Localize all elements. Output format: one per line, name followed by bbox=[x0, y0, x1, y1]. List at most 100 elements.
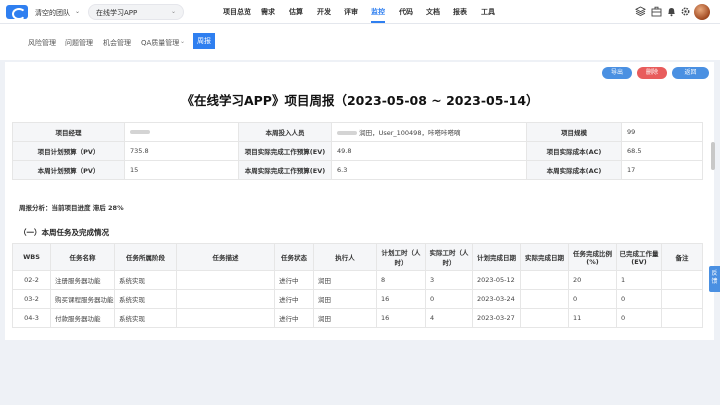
week-ac-label: 本周实际成本(AC) bbox=[526, 160, 622, 180]
nav-review[interactable]: 评审 bbox=[344, 7, 358, 17]
col-assignee: 执行人 bbox=[313, 243, 377, 271]
col-ev: 已完成工作量(EV) bbox=[616, 243, 662, 271]
cell-phase: 系统实现 bbox=[114, 308, 177, 328]
subnav-weekly-report[interactable]: 周报 bbox=[193, 33, 215, 49]
nav-docs[interactable]: 文档 bbox=[426, 7, 440, 17]
cell-actual-date bbox=[520, 308, 569, 328]
scrollbar[interactable] bbox=[711, 142, 715, 170]
cell-completion: 20 bbox=[568, 270, 617, 290]
active-nav-indicator bbox=[371, 21, 385, 23]
col-task-name: 任务名称 bbox=[50, 243, 115, 271]
cube-icon[interactable] bbox=[635, 6, 646, 17]
nav-development[interactable]: 开发 bbox=[317, 7, 331, 17]
feedback-tab[interactable]: 反馈 bbox=[709, 266, 720, 292]
col-phase: 任务所属阶段 bbox=[114, 243, 177, 271]
cell-planned-date: 2023-05-12 bbox=[472, 270, 521, 290]
cell-remarks bbox=[661, 289, 703, 309]
col-completion: 任务完成比例(%) bbox=[568, 243, 617, 271]
subnav-opportunity[interactable]: 机会管理 bbox=[103, 38, 131, 48]
nav-code[interactable]: 代码 bbox=[399, 7, 413, 17]
cell-task-name: 付款服务器功能 bbox=[50, 308, 115, 328]
ev-label: 项目实际完成工作预算(EV) bbox=[238, 141, 332, 161]
task-table-header: WBS 任务名称 任务所属阶段 任务描述 任务状态 执行人 计划工时（人时） 实… bbox=[12, 243, 703, 271]
week-pv-value: 15 bbox=[124, 160, 239, 180]
nav-monitor[interactable]: 监控 bbox=[371, 7, 385, 17]
table-row: 02-2 注册服务器功能 系统实现 进行中 润田 8 3 2023-05-12 … bbox=[12, 270, 703, 290]
cell-planned-date: 2023-03-27 bbox=[472, 308, 521, 328]
cell-actual-hours: 0 bbox=[425, 289, 473, 309]
nav-overview[interactable]: 项目总览 bbox=[223, 7, 251, 17]
members-label: 本周投入人员 bbox=[238, 122, 332, 142]
chevron-down-icon[interactable]: ⌄ bbox=[180, 38, 185, 45]
section-title: （一）本周任务及完成情况 bbox=[19, 228, 109, 237]
team-name[interactable]: 清空的团队 bbox=[35, 8, 70, 18]
delete-button[interactable]: 删除 bbox=[637, 67, 667, 79]
cell-ev: 0 bbox=[616, 289, 662, 309]
bell-icon[interactable] bbox=[666, 6, 677, 17]
project-info-table: 项目经理 本周投入人员 润田，User_100498，咔嗒咔嗒嘀 项目规模 99… bbox=[12, 122, 703, 180]
cell-ev: 1 bbox=[616, 270, 662, 290]
cell-task-name: 注册服务器功能 bbox=[50, 270, 115, 290]
members-value: 润田，User_100498，咔嗒咔嗒嘀 bbox=[331, 122, 527, 142]
subnav-qa[interactable]: QA质量管理 bbox=[141, 38, 179, 48]
col-description: 任务描述 bbox=[176, 243, 275, 271]
cell-description bbox=[176, 270, 275, 290]
cell-phase: 系统实现 bbox=[114, 289, 177, 309]
subnav-risk[interactable]: 风险管理 bbox=[28, 38, 56, 48]
scale-label: 项目规模 bbox=[526, 122, 622, 142]
cell-planned-hours: 16 bbox=[376, 289, 426, 309]
settings-icon[interactable] bbox=[680, 6, 691, 17]
cell-task-name: 购买课程服务器功能 bbox=[50, 289, 115, 309]
project-selector[interactable]: 在线学习APP ⌄ bbox=[88, 4, 184, 20]
pv-value: 735.8 bbox=[124, 141, 239, 161]
cell-completion: 11 bbox=[568, 308, 617, 328]
cell-ev: 0 bbox=[616, 308, 662, 328]
col-planned-date: 计划完成日期 bbox=[472, 243, 521, 271]
redacted-name bbox=[337, 131, 357, 135]
cell-description bbox=[176, 289, 275, 309]
cell-description bbox=[176, 308, 275, 328]
nav-tools[interactable]: 工具 bbox=[481, 7, 495, 17]
cell-phase: 系统实现 bbox=[114, 270, 177, 290]
app-logo[interactable] bbox=[6, 5, 28, 20]
chevron-down-icon[interactable]: ⌄ bbox=[75, 8, 80, 15]
nav-requirements[interactable]: 需求 bbox=[261, 7, 275, 17]
table-row: 04-3 付款服务器功能 系统实现 进行中 润田 16 4 2023-03-27… bbox=[12, 308, 703, 328]
cell-planned-date: 2023-03-24 bbox=[472, 289, 521, 309]
cell-planned-hours: 16 bbox=[376, 308, 426, 328]
col-status: 任务状态 bbox=[274, 243, 314, 271]
ac-label: 项目实际成本(AC) bbox=[526, 141, 622, 161]
week-ev-label: 本周实际完成工作预算(EV) bbox=[238, 160, 332, 180]
col-remarks: 备注 bbox=[661, 243, 703, 271]
redacted-name bbox=[130, 130, 150, 134]
nav-reports[interactable]: 报表 bbox=[453, 7, 467, 17]
cell-wbs: 04-3 bbox=[12, 308, 51, 328]
progress-analysis: 周报分析：当前项目进度 滞后 28% bbox=[19, 204, 124, 212]
subnav-issues[interactable]: 问题管理 bbox=[65, 38, 93, 48]
cell-status: 进行中 bbox=[274, 289, 314, 309]
ac-value: 68.5 bbox=[621, 141, 703, 161]
top-navbar: 清空的团队 ⌄ 在线学习APP ⌄ 项目总览 需求 估算 开发 评审 监控 代码… bbox=[0, 0, 720, 24]
nav-estimation[interactable]: 估算 bbox=[289, 7, 303, 17]
cell-assignee: 润田 bbox=[313, 270, 377, 290]
col-planned-hours: 计划工时（人时） bbox=[376, 243, 426, 271]
cell-completion: 0 bbox=[568, 289, 617, 309]
briefcase-icon[interactable] bbox=[651, 6, 662, 17]
cell-actual-hours: 3 bbox=[425, 270, 473, 290]
project-selector-label: 在线学习APP bbox=[96, 9, 138, 17]
chevron-down-icon: ⌄ bbox=[170, 8, 176, 15]
export-button[interactable]: 导出 bbox=[602, 67, 632, 79]
cell-wbs: 02-2 bbox=[12, 270, 51, 290]
col-actual-hours: 实际工时（人时） bbox=[425, 243, 473, 271]
avatar[interactable] bbox=[694, 4, 710, 20]
cell-planned-hours: 8 bbox=[376, 270, 426, 290]
scale-value: 99 bbox=[621, 122, 703, 142]
week-ev-value: 6.3 bbox=[331, 160, 527, 180]
page-background bbox=[0, 340, 720, 405]
back-button[interactable]: 返回 bbox=[672, 67, 709, 79]
cell-assignee: 润田 bbox=[313, 289, 377, 309]
week-pv-label: 本周计划预算（PV） bbox=[12, 160, 125, 180]
cell-actual-date bbox=[520, 289, 569, 309]
report-title: 《在线学习APP》项目周报（2023-05-08 ~ 2023-05-14） bbox=[181, 93, 539, 108]
manager-value bbox=[124, 122, 239, 142]
